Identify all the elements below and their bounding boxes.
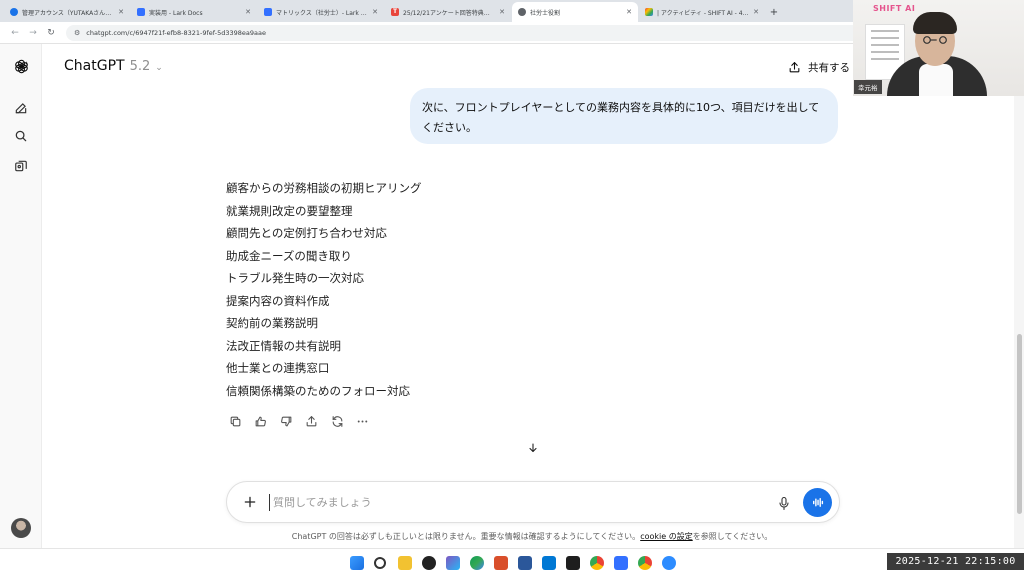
outlook-icon[interactable]	[542, 556, 556, 570]
t-icon: T	[391, 8, 399, 16]
message-actions	[226, 413, 379, 429]
word-icon[interactable]	[518, 556, 532, 570]
tab-title: 管理アカウンス（YUTAKAさん）...	[22, 9, 115, 17]
tab-title: 25/12/21アンケート回答特典プロ...	[403, 9, 496, 17]
webcam-overlay: SHIFT AI 幸元裕	[853, 0, 1024, 96]
list-item: 提案内容の資料作成	[226, 293, 330, 308]
tab-title: | アクティビティ - SHIFT AI - 44 件...	[657, 9, 749, 17]
copy-icon[interactable]	[226, 413, 244, 429]
chatgpt-icon	[518, 8, 526, 16]
chrome-profile-icon[interactable]	[638, 556, 652, 570]
share-icon	[789, 62, 800, 73]
terminal-icon[interactable]	[566, 556, 580, 570]
tab-title: 実装用 - Lark Docs	[149, 9, 203, 17]
list-item: 顧客からの労務相談の初期ヒアリング	[226, 181, 422, 195]
new-tab-button[interactable]: +	[766, 2, 782, 22]
list-item: 法改正情報の共有説明	[226, 338, 341, 353]
browser-tab-4[interactable]: T 25/12/21アンケート回答特典プロ... ✕	[385, 2, 511, 22]
lark-docs-icon	[137, 8, 145, 16]
screen: 管理アカウンス（YUTAKAさん）... ✕ 実装用 - Lark Docs ✕…	[0, 0, 1024, 576]
start-windows-icon[interactable]	[350, 556, 364, 570]
presenter-name: 幸元裕	[854, 80, 882, 94]
thumbs-up-icon[interactable]	[252, 413, 270, 429]
scroll-down-arrow-icon[interactable]	[524, 440, 542, 456]
prompt-input[interactable]: 質問してみましょう	[269, 494, 372, 511]
tab-title: マトリックス（社労士）- Lark Do...	[276, 9, 369, 17]
colorful-app-icon	[645, 8, 653, 16]
browser-tab-5[interactable]: 社労士役割 ✕	[512, 2, 638, 22]
shift-ai-logo: SHIFT AI	[873, 4, 916, 13]
copilot-icon[interactable]	[446, 556, 460, 570]
thumbs-down-icon[interactable]	[277, 413, 295, 429]
share-icon[interactable]	[303, 413, 321, 429]
voice-mode-button[interactable]	[803, 488, 832, 517]
regenerate-icon[interactable]	[328, 413, 346, 429]
list-item: 他士業との連携窓口	[226, 361, 330, 375]
site-info-icon[interactable]: ⚙	[74, 29, 80, 37]
composer: 質問してみましょう	[226, 481, 840, 523]
library-icon[interactable]	[11, 156, 31, 176]
close-icon[interactable]: ✕	[245, 8, 251, 16]
taskbar-clock: 2025-12-21 22:15:00	[887, 553, 1024, 570]
scrollbar[interactable]	[1014, 44, 1024, 548]
reload-icon[interactable]: ↻	[44, 28, 58, 38]
list-item: トラブル発生時の一次対応	[226, 271, 364, 285]
edge-icon[interactable]	[470, 556, 484, 570]
taskbar	[0, 548, 1024, 576]
openai-logo-icon[interactable]	[11, 56, 31, 76]
forward-arrow-icon[interactable]: →	[26, 28, 40, 38]
share-button[interactable]: 共有する	[788, 60, 850, 75]
user-message-text: 次に、フロントプレイヤーとしての業務内容を具体的に10つ、項目だけを出してくださ…	[422, 101, 820, 134]
waveform-icon	[813, 498, 824, 507]
sidebar-rail	[0, 44, 42, 548]
browser-tab-2[interactable]: 実装用 - Lark Docs ✕	[131, 2, 257, 22]
tab-title: 社労士役割	[530, 9, 561, 17]
microphone-icon[interactable]	[775, 493, 793, 513]
disclaimer-text: ChatGPT の回答は必ずしも正しいとは限りません。重要な情報は確認するように…	[291, 532, 641, 541]
new-chat-icon[interactable]	[11, 98, 31, 118]
list-item: 顧問先との定例打ち合わせ対応	[226, 226, 387, 240]
app-icon-dark[interactable]	[422, 556, 436, 570]
glasses-icon	[923, 36, 947, 44]
scrollbar-thumb[interactable]	[1017, 334, 1022, 514]
back-arrow-icon[interactable]: ←	[8, 28, 22, 38]
close-icon[interactable]: ✕	[372, 8, 378, 16]
browser-tab-1[interactable]: 管理アカウンス（YUTAKAさん）... ✕	[4, 2, 130, 22]
lark-docs-icon	[264, 8, 272, 16]
url-text: chatgpt.com/c/6947f21f-efb8-8321-9fef-5d…	[86, 28, 266, 37]
assistant-message: 顧客からの労務相談の初期ヒアリング 就業規則改定の要望整理 顧問先との定例打ち合…	[226, 177, 422, 402]
close-icon[interactable]: ✕	[753, 8, 759, 16]
chevron-down-icon: ⌄	[155, 63, 163, 73]
list-item: 助成金ニーズの聞き取り	[226, 248, 352, 263]
cookie-settings-link[interactable]: cookie の設定	[640, 532, 693, 541]
zoom-icon[interactable]	[662, 556, 676, 570]
user-message-bubble: 次に、フロントプレイヤーとしての業務内容を具体的に10つ、項目だけを出してくださ…	[410, 88, 838, 144]
disclaimer-tail: を参照してください。	[692, 532, 773, 541]
share-label: 共有する	[808, 62, 850, 74]
search-icon[interactable]	[11, 126, 31, 146]
close-icon[interactable]: ✕	[118, 8, 124, 16]
close-icon[interactable]: ✕	[499, 8, 505, 16]
list-item: 就業規則改定の要望整理	[226, 203, 353, 218]
presenter-hair	[913, 12, 957, 34]
model-name: ChatGPT	[64, 58, 125, 74]
file-explorer-icon[interactable]	[398, 556, 412, 570]
disclaimer: ChatGPT の回答は必ずしも正しいとは限りません。重要な情報は確認するように…	[0, 531, 1024, 542]
model-selector[interactable]: ChatGPT 5.2 ⌄	[64, 58, 163, 74]
lark-icon[interactable]	[614, 556, 628, 570]
office-icon[interactable]	[494, 556, 508, 570]
more-options-icon[interactable]	[354, 413, 372, 429]
taskbar-search-icon[interactable]	[374, 557, 386, 569]
url-field[interactable]: ⚙ chatgpt.com/c/6947f21f-efb8-8321-9fef-…	[66, 24, 866, 41]
close-icon[interactable]: ✕	[626, 8, 632, 16]
chrome-icon[interactable]	[590, 556, 604, 570]
list-item: 信頼関係構築のためのフォロー対応	[226, 383, 410, 398]
model-version: 5.2	[129, 59, 151, 74]
browser-tab-3[interactable]: マトリックス（社労士）- Lark Do... ✕	[258, 2, 384, 22]
attach-plus-icon[interactable]	[239, 491, 261, 513]
browser-tab-6[interactable]: | アクティビティ - SHIFT AI - 44 件... ✕	[639, 2, 765, 22]
chrome-icon	[10, 8, 18, 16]
presenter-shirt	[919, 64, 953, 96]
list-item: 契約前の業務説明	[226, 316, 318, 330]
